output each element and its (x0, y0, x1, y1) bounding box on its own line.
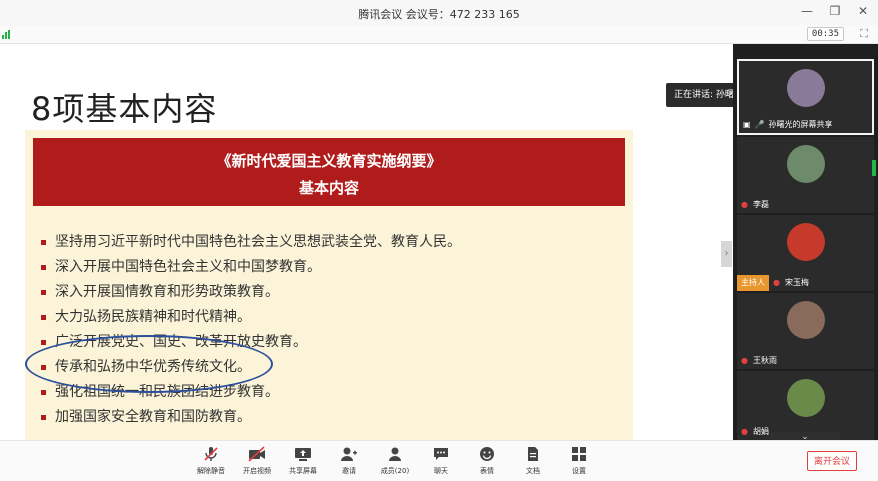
invite-button[interactable]: 邀请 (326, 445, 372, 476)
bullet-icon (41, 290, 46, 295)
participant-name: 李磊 (753, 200, 769, 209)
participant-name-row: 主持人 ● 宋玉梅 (737, 275, 809, 291)
mic-muted-icon (201, 445, 221, 463)
docs-button[interactable]: 文档 (510, 445, 556, 476)
start-video-label: 开启视频 (243, 467, 271, 475)
minimize-icon[interactable]: — (800, 4, 814, 18)
start-video-button[interactable]: 开启视频 (234, 445, 280, 476)
slide-content-panel: 《新时代爱国主义教育实施纲要》 基本内容 坚持用习近平新时代中国特色社会主义思想… (25, 130, 633, 440)
settings-label: 设置 (572, 467, 586, 475)
chat-label: 聊天 (434, 467, 448, 475)
close-icon[interactable]: ✕ (856, 4, 870, 18)
list-item-text: 大力弘扬民族精神和时代精神。 (55, 309, 251, 325)
audio-level-indicator (872, 160, 876, 176)
chat-button[interactable]: 聊天 (418, 445, 464, 476)
participant-tile[interactable]: ▣ 🎤 孙曙光的屏幕共享 (737, 59, 874, 135)
add-user-icon (339, 445, 359, 463)
chevron-right-icon[interactable]: › (721, 241, 732, 267)
window-controls: — ❐ ✕ (800, 4, 870, 18)
meeting-timer: 00:35 (806, 27, 844, 41)
content-list: 坚持用习近平新时代中国特色社会主义思想武装全党、教育人民。 深入开展中国特色社会… (41, 230, 461, 430)
signal-strength-icon (2, 30, 10, 39)
shared-screen: 8项基本内容 《新时代爱国主义教育实施纲要》 基本内容 坚持用习近平新时代中国特… (0, 44, 732, 440)
bullet-icon (41, 240, 46, 245)
mic-muted-icon: ● (741, 356, 748, 365)
avatar (786, 69, 825, 107)
share-screen-icon (293, 445, 313, 463)
chat-icon (431, 445, 451, 463)
host-badge: 主持人 (737, 275, 769, 291)
banner-subtitle: 基本内容 (298, 179, 359, 197)
video-off-icon (247, 445, 267, 463)
reactions-button[interactable]: 表情 (464, 445, 510, 476)
list-item: 深入开展国情教育和形势政策教育。 (41, 280, 461, 305)
list-item-text: 深入开展中国特色社会主义和中国梦教育。 (55, 259, 321, 275)
screen-share-icon: ▣ (743, 120, 751, 129)
reactions-label: 表情 (480, 467, 494, 475)
slide-title: 8项基本内容 (31, 90, 218, 128)
grid-settings-icon (569, 445, 589, 463)
leave-meeting-button[interactable]: 离开会议 (807, 451, 857, 471)
bullet-icon (41, 340, 46, 345)
participant-name-row: ● 李磊 (737, 197, 769, 213)
mic-muted-icon: ● (773, 278, 780, 287)
list-item-text: 深入开展国情教育和形势政策教育。 (55, 284, 279, 300)
list-item: 深入开展中国特色社会主义和中国梦教育。 (41, 255, 461, 280)
participant-name-row: ● 王秋雨 (737, 353, 777, 369)
participant-tile[interactable]: ● 胡娟 (737, 371, 874, 440)
participant-name-row: ▣ 🎤 孙曙光的屏幕共享 (739, 117, 833, 133)
mic-muted-icon: ● (741, 427, 748, 436)
avatar (786, 223, 825, 261)
list-item: 大力弘扬民族精神和时代精神。 (41, 305, 461, 330)
members-icon (385, 445, 405, 463)
bullet-icon (41, 265, 46, 270)
document-icon (523, 445, 543, 463)
avatar (786, 145, 825, 183)
bullet-icon (41, 390, 46, 395)
participant-name: 胡娟 (753, 427, 769, 436)
share-screen-label: 共享屏幕 (289, 467, 317, 475)
window-titlebar: 腾讯会议 会议号：472 233 165 — ❐ ✕ (0, 0, 878, 26)
docs-label: 文档 (526, 467, 540, 475)
settings-button[interactable]: 设置 (556, 445, 602, 476)
bullet-icon (41, 415, 46, 420)
invite-label: 邀请 (342, 467, 356, 475)
highlight-ellipse (25, 335, 273, 393)
participant-name: 王秋雨 (753, 356, 777, 365)
maximize-icon[interactable]: ❐ (828, 4, 842, 18)
list-item-text: 坚持用习近平新时代中国特色社会主义思想武装全党、教育人民。 (55, 234, 461, 250)
participant-tile[interactable]: ● 李磊 (737, 137, 874, 213)
list-item: 坚持用习近平新时代中国特色社会主义思想武装全党、教育人民。 (41, 230, 461, 255)
banner-title: 《新时代爱国主义教育实施纲要》 (216, 152, 442, 170)
bullet-icon (41, 315, 46, 320)
participant-name: 孙曙光的屏幕共享 (768, 120, 833, 129)
participant-name: 宋玉梅 (785, 278, 809, 287)
share-screen-button[interactable]: 共享屏幕 (280, 445, 326, 476)
list-item: 加强国家安全教育和国防教育。 (41, 405, 461, 430)
meeting-status-bar: 00:35 ⛶ (0, 26, 878, 44)
participant-name-row: ● 胡娟 (737, 424, 769, 440)
members-button[interactable]: 成员(20) (372, 445, 418, 476)
list-item-text: 加强国家安全教育和国防教育。 (55, 409, 251, 425)
participant-tile[interactable]: 主持人 ● 宋玉梅 (737, 215, 874, 291)
unmute-label: 解除静音 (197, 467, 225, 475)
slide-banner: 《新时代爱国主义教育实施纲要》 基本内容 (33, 138, 625, 206)
participant-tile[interactable]: ● 王秋雨 (737, 293, 874, 369)
mic-muted-icon: ● (741, 200, 748, 209)
participant-panel: ▣ 🎤 孙曙光的屏幕共享 ● 李磊 主持人 ● 宋玉梅 ● 王秋雨 ● 胡娟 (733, 44, 878, 440)
window-title: 腾讯会议 会议号：472 233 165 (358, 8, 520, 21)
smile-icon (477, 445, 497, 463)
avatar (786, 301, 825, 339)
meeting-toolbar: 解除静音 开启视频 共享屏幕 邀请 成员(20) 聊天 表情 文档 设置 离开会… (0, 440, 878, 481)
avatar (786, 379, 825, 417)
mic-icon: 🎤 (754, 120, 765, 129)
members-label: 成员(20) (380, 467, 410, 475)
fullscreen-icon[interactable]: ⛶ (860, 27, 868, 41)
unmute-button[interactable]: 解除静音 (188, 445, 234, 476)
